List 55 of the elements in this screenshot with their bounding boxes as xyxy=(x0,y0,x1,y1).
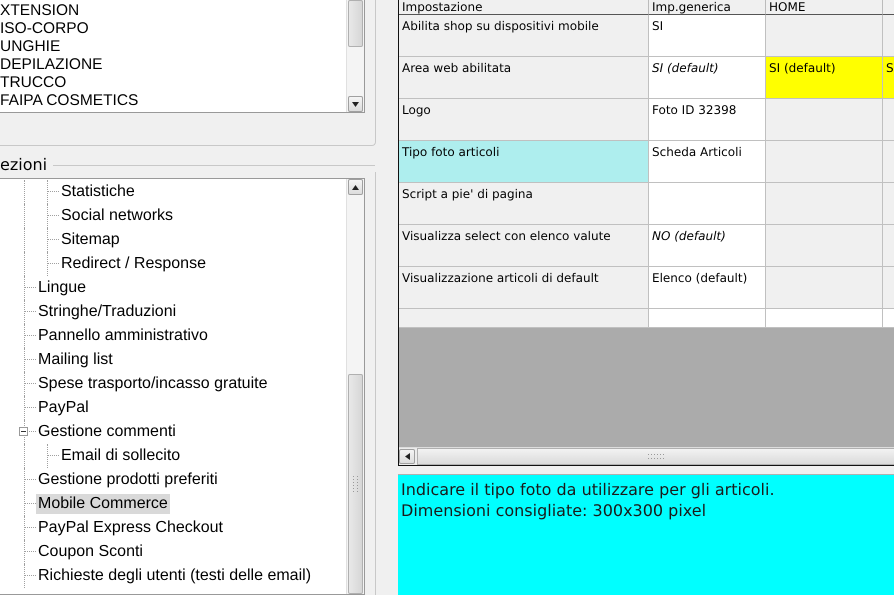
column-header[interactable]: Imp.generica xyxy=(649,0,766,15)
tree-item[interactable]: Email di sollecito xyxy=(59,446,182,466)
tree-item[interactable]: Social networks xyxy=(59,206,176,226)
table-cell[interactable]: Foto ID 32398 xyxy=(649,99,766,141)
tree-item[interactable]: Gestione prodotti preferiti xyxy=(36,470,220,490)
tree-item[interactable]: Mobile Commerce xyxy=(36,494,170,514)
setting-name[interactable]: Visualizza select con elenco valute xyxy=(399,225,649,267)
down-arrow-icon xyxy=(352,102,359,106)
setting-name[interactable]: Logo xyxy=(399,99,649,141)
list-item[interactable]: XTENSION xyxy=(0,2,346,20)
tree-item[interactable]: PayPal Express Checkout xyxy=(36,518,225,538)
tree-item[interactable]: Lingue xyxy=(36,278,88,298)
table-cell[interactable]: SI xyxy=(649,15,766,57)
setting-name[interactable]: Area web abilitata xyxy=(399,57,649,99)
table-cell[interactable]: Scheda Articoli xyxy=(649,141,766,183)
scroll-thumb[interactable] xyxy=(348,374,363,594)
table-cell[interactable]: NO (default) xyxy=(649,225,766,267)
left-arrow-icon xyxy=(404,453,410,460)
list-item[interactable]: UNGHIE xyxy=(0,38,346,56)
table-cell[interactable]: SI (default) xyxy=(649,57,766,99)
description-text: Dimensioni consigliate: 300x300 pixel xyxy=(401,500,708,521)
table-cell[interactable]: S xyxy=(883,57,894,99)
setting-name[interactable]: Visualizzazione articoli di default xyxy=(399,267,649,309)
list-item[interactable]: FAIPA COSMETICS xyxy=(0,92,346,110)
scroll-up-button[interactable] xyxy=(348,179,363,195)
column-header[interactable]: Impostazione xyxy=(399,0,649,15)
scroll-left-button[interactable] xyxy=(399,449,415,464)
description-text: Indicare il tipo foto da utilizzare per gli articoli. xyxy=(401,479,776,500)
tree-item[interactable]: Statistiche xyxy=(59,182,137,202)
tree-item[interactable]: Mailing list xyxy=(36,350,115,370)
tree-item[interactable]: Spese trasporto/incasso gratuite xyxy=(36,374,270,394)
collapse-icon[interactable] xyxy=(19,427,28,436)
group-title: ezioni xyxy=(0,156,48,174)
table-cell[interactable]: Elenco (default) xyxy=(649,267,766,309)
list-item[interactable]: ISO-CORPO xyxy=(0,20,346,38)
tree-item[interactable]: Stringhe/Traduzioni xyxy=(36,302,178,322)
tree-item[interactable]: Gestione commenti xyxy=(36,422,178,442)
setting-name[interactable]: Script a pie' di pagina xyxy=(399,183,649,225)
tree-item[interactable]: Redirect / Response xyxy=(59,254,208,274)
up-arrow-icon xyxy=(352,184,359,190)
setting-name[interactable]: Abilita shop su dispositivi mobile xyxy=(399,15,649,57)
tree-item[interactable]: Pannello amministrativo xyxy=(36,326,210,346)
scroll-down-button[interactable] xyxy=(348,96,363,112)
scrollbar[interactable] xyxy=(346,179,364,594)
tree-item[interactable]: Sitemap xyxy=(59,230,122,250)
column-header[interactable]: HOME xyxy=(766,0,883,15)
table-cell[interactable]: SI (default) xyxy=(766,57,883,99)
list-item[interactable]: DEPILAZIONE xyxy=(0,56,346,74)
tree-item[interactable]: Coupon Sconti xyxy=(36,542,145,562)
scroll-thumb[interactable] xyxy=(348,0,363,47)
tree-item[interactable]: PayPal xyxy=(36,398,91,418)
setting-name[interactable]: Tipo foto articoli xyxy=(399,141,649,183)
scrollbar[interactable] xyxy=(346,0,364,112)
list-item[interactable]: TRUCCO xyxy=(0,74,346,92)
tree-item[interactable]: Richieste degli utenti (testi delle email) xyxy=(36,566,314,586)
